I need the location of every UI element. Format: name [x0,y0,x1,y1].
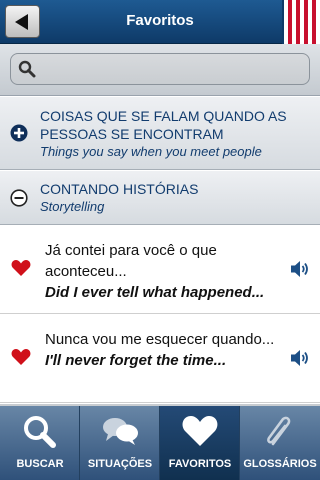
category-text: COISAS QUE SE FALAM QUANDO AS PESSOAS SE… [40,107,314,161]
back-button[interactable] [5,5,40,38]
category-text: CONTANDO HISTÓRIAS Storytelling [40,180,314,216]
phrase-row[interactable]: Já contei para você o que aconteceu... D… [0,226,320,314]
tab-buscar[interactable]: BUSCAR [0,406,80,480]
category-subtitle: Storytelling [40,199,105,214]
category-row-storytelling[interactable]: CONTANDO HISTÓRIAS Storytelling [0,171,320,225]
heart-icon [182,416,218,446]
tab-bar: BUSCAR SITUAÇÕES FAVORITOS GLOSSÁRIOS [0,406,320,480]
plus-circle-icon [10,124,28,142]
flag-stripes [282,0,320,44]
back-arrow-icon [15,14,28,30]
tab-glossarios[interactable]: GLOSSÁRIOS [240,406,320,480]
page-title: Favoritos [126,12,194,29]
header-bar: Favoritos [0,0,320,44]
search-icon [24,416,56,448]
category-row-meeting-people[interactable]: COISAS QUE SE FALAM QUANDO AS PESSOAS SE… [0,97,320,170]
phrase-row[interactable]: Nunca vou me esquecer quando... I'll nev… [0,315,320,403]
category-subtitle: Things you say when you meet people [40,144,262,159]
tab-label: FAVORITOS [168,458,232,470]
paperclip-icon [267,416,291,446]
heart-icon[interactable] [11,259,31,277]
phrase-portuguese: Já contei para você o que aconteceu... [45,242,217,280]
heart-icon[interactable] [11,348,31,366]
category-title: CONTANDO HISTÓRIAS [40,181,199,197]
phrase-english: I'll never forget the time... [45,352,227,369]
chat-bubbles-icon [103,418,138,445]
phrase-portuguese: Nunca vou me esquecer quando... [45,331,275,348]
tab-label: GLOSSÁRIOS [243,458,317,470]
search-bar [0,44,320,96]
tab-label: BUSCAR [16,458,64,470]
category-title: COISAS QUE SE FALAM QUANDO AS PESSOAS SE… [40,108,287,142]
tab-situacoes[interactable]: SITUAÇÕES [80,406,160,480]
phrase-english: Did I ever tell what happened... [45,284,265,301]
tab-label: SITUAÇÕES [87,458,153,470]
tab-favoritos[interactable]: FAVORITOS [160,406,240,480]
speaker-icon[interactable] [290,258,312,280]
minus-circle-icon [10,189,28,207]
speaker-icon[interactable] [290,347,312,369]
phrase-text: Já contei para você o que aconteceu... D… [45,240,280,303]
phrase-text: Nunca vou me esquecer quando... I'll nev… [45,329,280,371]
search-icon [18,60,36,78]
search-input[interactable] [10,53,310,85]
